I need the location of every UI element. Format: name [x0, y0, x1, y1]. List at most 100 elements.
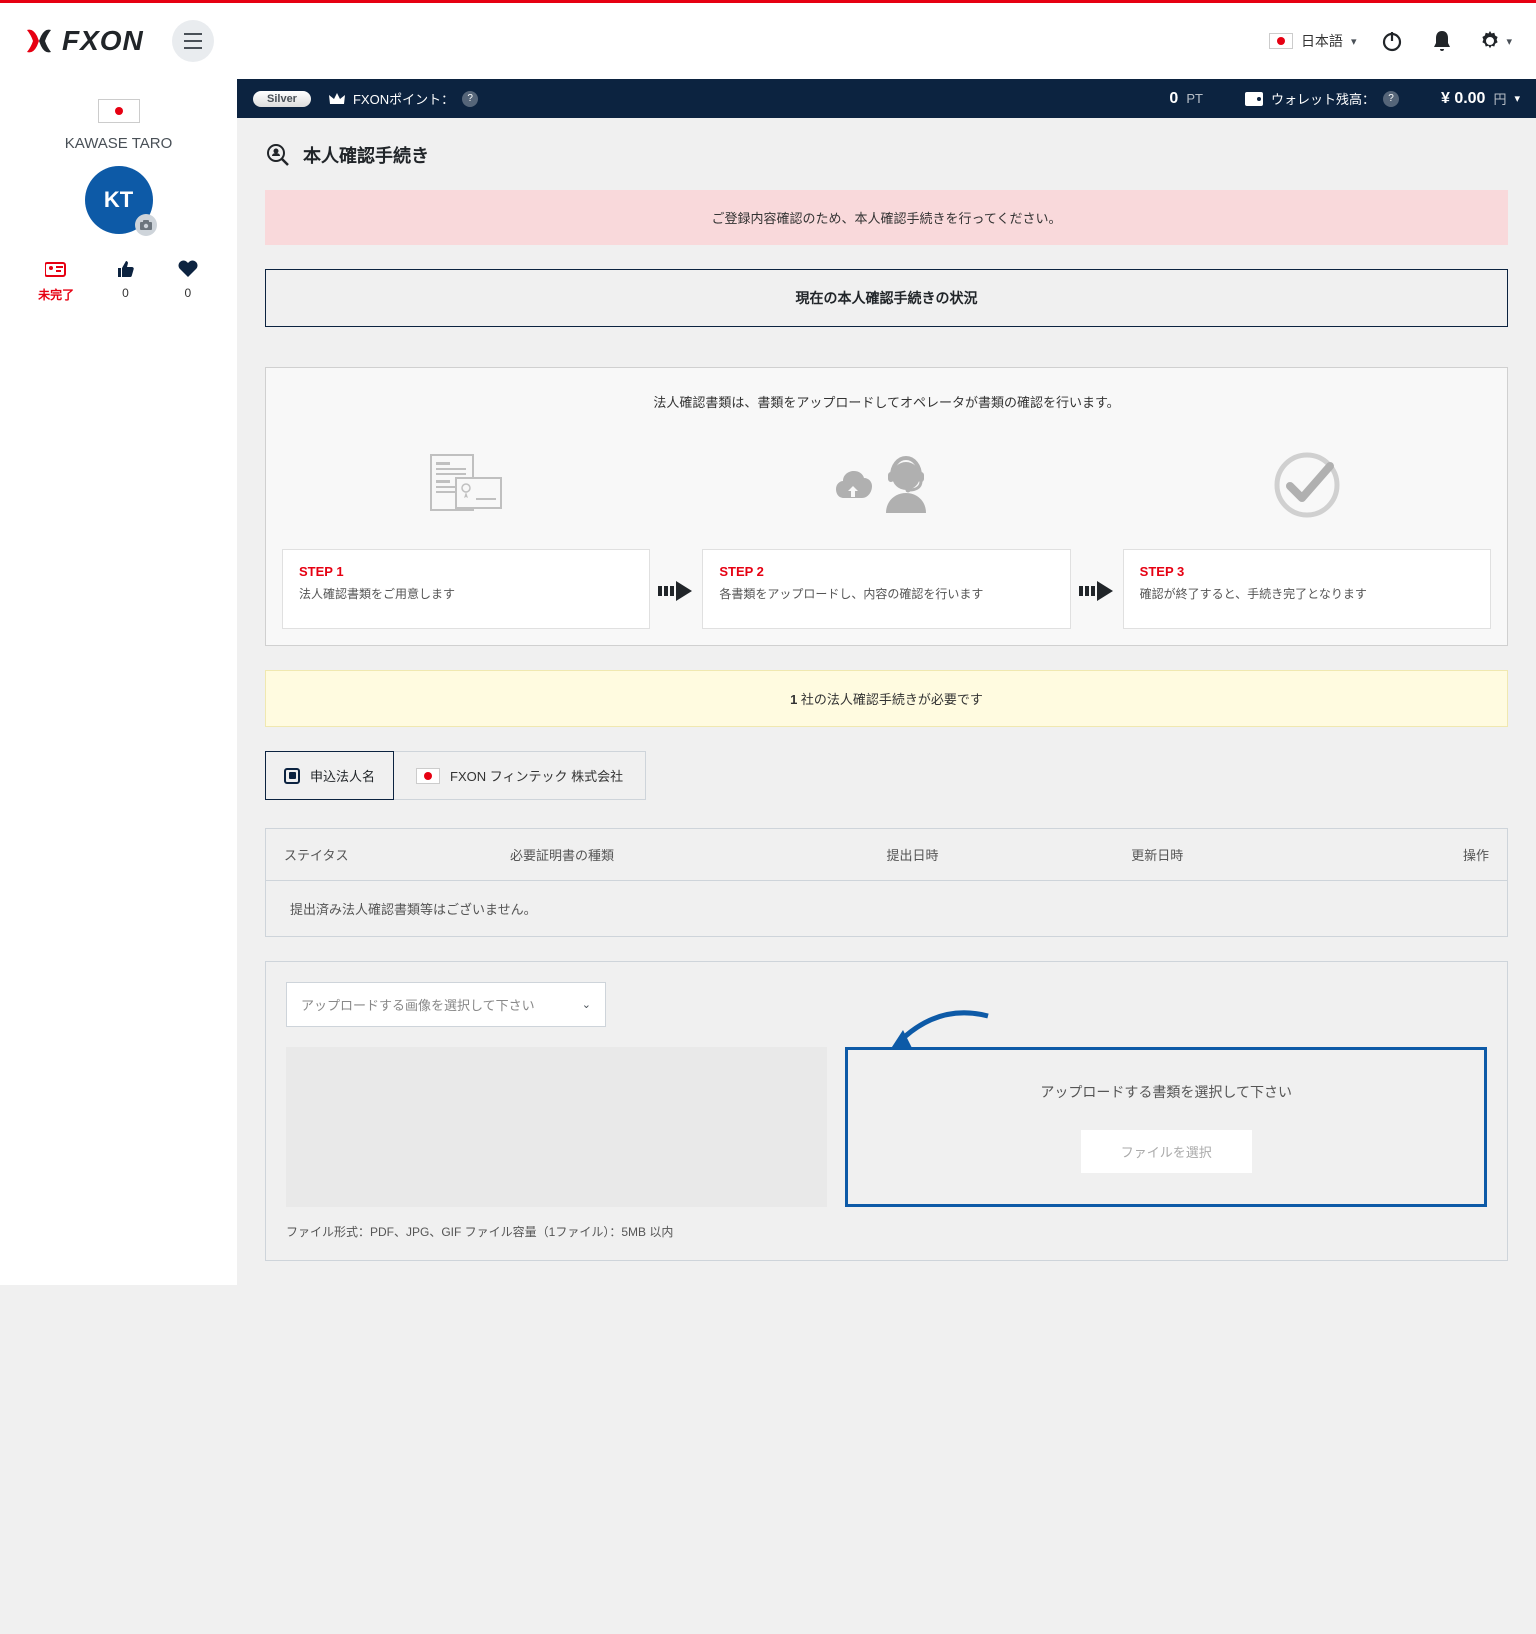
user-flag — [98, 99, 140, 123]
col-status: ステイタス — [284, 845, 510, 864]
chevron-down-icon: ▾ — [1506, 35, 1512, 48]
content: 本人確認手続き ご登録内容確認のため、本人確認手続きを行ってください。 現在の本… — [237, 118, 1536, 1285]
points-label: FXONポイント： — [353, 89, 454, 108]
notice-pink: ご登録内容確認のため、本人確認手続きを行ってください。 — [265, 190, 1508, 245]
stat-incomplete[interactable]: 未完了 — [38, 258, 74, 303]
page-title: 本人確認手続き — [303, 142, 429, 168]
help-icon[interactable]: ? — [1383, 91, 1399, 107]
step-desc: 確認が終了すると、手続き完了となります — [1140, 585, 1474, 603]
language-selector[interactable]: 日本語 ▾ — [1269, 31, 1357, 51]
col-type: 必要証明書の種類 — [510, 845, 887, 864]
flag-jp-icon — [1269, 33, 1293, 49]
square-icon — [284, 768, 300, 784]
chevron-down-icon: ▾ — [1351, 35, 1357, 48]
username: KAWASE TARO — [0, 135, 237, 152]
points-unit: PT — [1186, 91, 1203, 106]
menu-button[interactable] — [172, 20, 214, 62]
stat-hearts[interactable]: 0 — [177, 258, 199, 303]
upload-inner: アップロードする書類を選択して下さい ファイルを選択 — [286, 1047, 1487, 1207]
table-header: ステイタス 必要証明書の種類 提出日時 更新日時 操作 — [266, 829, 1507, 881]
step-desc: 各書類をアップロードし、内容の確認を行います — [719, 585, 1053, 603]
chevron-down-icon: ⌄ — [582, 998, 591, 1011]
upload-preview-area — [286, 1047, 827, 1207]
flag-jp-icon — [107, 103, 131, 119]
header-left: FXON — [24, 20, 214, 62]
upload-operator-icon — [702, 435, 1070, 535]
process-box: 法人確認書類は、書類をアップロードしてオペレータが書類の確認を行います。 — [265, 367, 1508, 646]
wallet-label: ウォレット残高： — [1271, 89, 1375, 108]
header: FXON 日本語 ▾ ▾ — [0, 3, 1536, 79]
stat-label: 未完了 — [38, 286, 74, 303]
process-intro: 法人確認書類は、書類をアップロードしてオペレータが書類の確認を行います。 — [282, 392, 1491, 411]
sidebar: KAWASE TARO KT 未完了 — [0, 79, 237, 1285]
stat-value: 0 — [122, 286, 129, 300]
heart-icon — [177, 258, 199, 280]
page-title-row: 本人確認手続き — [265, 142, 1508, 168]
points-value-segment: 0 PT — [1169, 90, 1203, 108]
wallet-icon — [1245, 92, 1263, 106]
company-name: FXON フィンテック 株式会社 — [450, 766, 623, 785]
wallet-value: ¥ 0.00 — [1441, 90, 1485, 108]
tier-badge: Silver — [253, 91, 311, 107]
arrow-icon — [658, 435, 694, 629]
verify-icon — [265, 142, 291, 168]
stat-likes[interactable]: 0 — [115, 258, 137, 303]
file-select-button[interactable]: ファイルを選択 — [1081, 1130, 1252, 1173]
upload-drop-zone[interactable]: アップロードする書類を選択して下さい ファイルを選択 — [845, 1047, 1487, 1207]
chevron-down-icon: ▾ — [1514, 92, 1520, 105]
table-empty-message: 提出済み法人確認書類等はございません。 — [266, 881, 1507, 936]
upload-title: アップロードする書類を選択して下さい — [1040, 1082, 1292, 1102]
power-icon[interactable] — [1378, 27, 1406, 55]
file-format-note: ファイル形式：PDF、JPG、GIF ファイル容量（1ファイル）：5MB 以内 — [286, 1223, 1487, 1240]
help-icon[interactable]: ? — [462, 91, 478, 107]
step-3: STEP 3 確認が終了すると、手続き完了となります — [1123, 435, 1491, 629]
document-type-select[interactable]: アップロードする画像を選択して下さい ⌄ — [286, 982, 606, 1027]
logo-mark-icon — [24, 27, 54, 55]
company-label: 申込法人名 — [310, 766, 375, 785]
crown-icon — [329, 92, 345, 106]
flag-jp-icon — [416, 768, 440, 784]
header-right: 日本語 ▾ ▾ — [1269, 27, 1512, 55]
gear-icon[interactable]: ▾ — [1478, 27, 1512, 55]
info-bar: Silver FXONポイント： ? 0 PT ウォレット残高： ? ¥ 0.0… — [237, 79, 1536, 118]
col-action: 操作 — [1376, 845, 1489, 864]
upload-area: アップロードする画像を選択して下さい ⌄ アップロードする書類を選択して下さい … — [265, 961, 1508, 1261]
steps-row: STEP 1 法人確認書類をご用意します — [282, 435, 1491, 629]
thumbs-up-icon — [115, 258, 137, 280]
checkmark-icon — [1123, 435, 1491, 535]
wallet-value-segment[interactable]: ¥ 0.00 円 ▾ — [1441, 89, 1520, 108]
camera-icon[interactable] — [135, 214, 157, 236]
points-segment: FXONポイント： ? — [329, 89, 478, 108]
id-card-icon — [45, 258, 67, 280]
col-updated: 更新日時 — [1131, 845, 1376, 864]
avatar-initials: KT — [104, 187, 133, 213]
col-submitted: 提出日時 — [887, 845, 1132, 864]
step-card: STEP 3 確認が終了すると、手続き完了となります — [1123, 549, 1491, 629]
notice-text: 社の法人確認手続きが必要です — [797, 692, 983, 707]
logo-text: FXON — [62, 25, 144, 57]
sidebar-stats: 未完了 0 0 — [0, 258, 237, 303]
main: Silver FXONポイント： ? 0 PT ウォレット残高： ? ¥ 0.0… — [237, 79, 1536, 1285]
step-card: STEP 1 法人確認書類をご用意します — [282, 549, 650, 629]
step-label: STEP 3 — [1140, 564, 1474, 579]
wallet-unit: 円 — [1493, 89, 1506, 108]
arrow-icon — [1079, 435, 1115, 629]
document-icon — [282, 435, 650, 535]
notice-yellow: 1 社の法人確認手続きが必要です — [265, 670, 1508, 727]
bell-icon[interactable] — [1428, 27, 1456, 55]
step-label: STEP 2 — [719, 564, 1053, 579]
avatar[interactable]: KT — [85, 166, 153, 234]
logo[interactable]: FXON — [24, 25, 144, 57]
step-1: STEP 1 法人確認書類をご用意します — [282, 435, 650, 629]
language-label: 日本語 — [1301, 31, 1343, 51]
company-label-cell: 申込法人名 — [265, 751, 394, 800]
wallet-segment: ウォレット残高： ? — [1245, 89, 1399, 108]
step-2: STEP 2 各書類をアップロードし、内容の確認を行います — [702, 435, 1070, 629]
documents-table: ステイタス 必要証明書の種類 提出日時 更新日時 操作 提出済み法人確認書類等は… — [265, 828, 1508, 937]
curved-arrow-icon — [878, 1008, 998, 1068]
step-card: STEP 2 各書類をアップロードし、内容の確認を行います — [702, 549, 1070, 629]
points-value: 0 — [1169, 90, 1178, 108]
select-placeholder: アップロードする画像を選択して下さい — [301, 995, 535, 1014]
stat-value: 0 — [184, 286, 191, 300]
step-desc: 法人確認書類をご用意します — [299, 585, 633, 603]
